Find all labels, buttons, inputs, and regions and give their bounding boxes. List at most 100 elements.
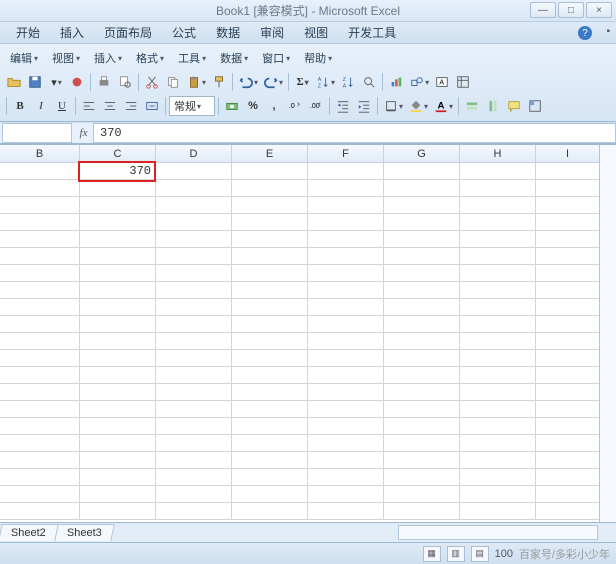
cell-I11[interactable] (536, 333, 600, 349)
font-color-button[interactable]: A (431, 96, 455, 116)
col-header-G[interactable]: G (384, 145, 460, 162)
cell-F7[interactable] (308, 265, 384, 281)
cell-I12[interactable] (536, 350, 600, 366)
cell-G6[interactable] (384, 248, 460, 264)
cell-D18[interactable] (156, 452, 232, 468)
insert-rows-button[interactable] (462, 96, 482, 116)
redo-button[interactable] (261, 72, 285, 92)
cell-E10[interactable] (232, 316, 308, 332)
sort-asc-button[interactable]: AZ (313, 72, 337, 92)
cell-G21[interactable] (384, 503, 460, 519)
cell-C10[interactable] (80, 316, 156, 332)
cell-B16[interactable] (0, 418, 80, 434)
cell-I8[interactable] (536, 282, 600, 298)
cell-E17[interactable] (232, 435, 308, 451)
cell-B17[interactable] (0, 435, 80, 451)
tab-review[interactable]: 审阅 (250, 21, 294, 44)
cell-F17[interactable] (308, 435, 384, 451)
cell-F5[interactable] (308, 231, 384, 247)
cell-B1[interactable] (0, 163, 80, 179)
cell-H9[interactable] (460, 299, 536, 315)
print-preview-button[interactable] (115, 72, 135, 92)
cell-E19[interactable] (232, 469, 308, 485)
align-left-button[interactable] (79, 96, 99, 116)
cell-I17[interactable] (536, 435, 600, 451)
cell-D10[interactable] (156, 316, 232, 332)
cell-H17[interactable] (460, 435, 536, 451)
cell-B19[interactable] (0, 469, 80, 485)
cell-G14[interactable] (384, 384, 460, 400)
cell-I9[interactable] (536, 299, 600, 315)
cell-D15[interactable] (156, 401, 232, 417)
open-button[interactable] (4, 72, 24, 92)
cell-E12[interactable] (232, 350, 308, 366)
tab-formulas[interactable]: 公式 (162, 21, 206, 44)
cell-I2[interactable] (536, 180, 600, 196)
cell-H12[interactable] (460, 350, 536, 366)
merge-cells-button[interactable] (142, 96, 162, 116)
tab-view[interactable]: 视图 (294, 21, 338, 44)
bold-button[interactable]: B (10, 96, 30, 116)
cell-E1[interactable] (232, 163, 308, 179)
cell-C13[interactable] (80, 367, 156, 383)
menu-format[interactable]: 格式 (130, 48, 170, 68)
menu-view[interactable]: 视图 (46, 48, 86, 68)
cell-D7[interactable] (156, 265, 232, 281)
cell-E11[interactable] (232, 333, 308, 349)
col-header-H[interactable]: H (460, 145, 536, 162)
cell-I18[interactable] (536, 452, 600, 468)
cell-E2[interactable] (232, 180, 308, 196)
cell-I1[interactable] (536, 163, 600, 179)
cell-G4[interactable] (384, 214, 460, 230)
cell-H11[interactable] (460, 333, 536, 349)
cell-B18[interactable] (0, 452, 80, 468)
cell-E20[interactable] (232, 486, 308, 502)
cell-B8[interactable] (0, 282, 80, 298)
cell-C7[interactable] (80, 265, 156, 281)
cell-H13[interactable] (460, 367, 536, 383)
cell-F6[interactable] (308, 248, 384, 264)
col-header-B[interactable]: B (0, 145, 80, 162)
cell-E6[interactable] (232, 248, 308, 264)
cell-E21[interactable] (232, 503, 308, 519)
menu-edit[interactable]: 编辑 (4, 48, 44, 68)
sort-desc-button[interactable]: ZA (338, 72, 358, 92)
cell-F19[interactable] (308, 469, 384, 485)
cell-D17[interactable] (156, 435, 232, 451)
permission-button[interactable] (67, 72, 87, 92)
cell-F13[interactable] (308, 367, 384, 383)
cell-I4[interactable] (536, 214, 600, 230)
copy-button[interactable] (163, 72, 183, 92)
cell-B13[interactable] (0, 367, 80, 383)
cell-C8[interactable] (80, 282, 156, 298)
cell-G9[interactable] (384, 299, 460, 315)
cell-D6[interactable] (156, 248, 232, 264)
cell-H7[interactable] (460, 265, 536, 281)
cell-C17[interactable] (80, 435, 156, 451)
cell-C3[interactable] (80, 197, 156, 213)
cell-F18[interactable] (308, 452, 384, 468)
page-layout-view-icon[interactable]: ▥ (447, 546, 465, 562)
cell-C9[interactable] (80, 299, 156, 315)
cell-G12[interactable] (384, 350, 460, 366)
cell-B14[interactable] (0, 384, 80, 400)
cell-D5[interactable] (156, 231, 232, 247)
cell-B6[interactable] (0, 248, 80, 264)
cell-C14[interactable] (80, 384, 156, 400)
paste-button[interactable] (184, 72, 208, 92)
tab-developer[interactable]: 开发工具 (338, 21, 406, 44)
cell-C2[interactable] (80, 180, 156, 196)
cell-F2[interactable] (308, 180, 384, 196)
cell-H3[interactable] (460, 197, 536, 213)
cell-H21[interactable] (460, 503, 536, 519)
col-header-I[interactable]: I (536, 145, 600, 162)
save-button[interactable] (25, 72, 45, 92)
comma-button[interactable]: , (264, 96, 284, 116)
menu-tools[interactable]: 工具 (172, 48, 212, 68)
cell-F10[interactable] (308, 316, 384, 332)
decrease-decimal-button[interactable]: .00 (306, 96, 326, 116)
col-header-C[interactable]: C (80, 145, 156, 162)
spreadsheet-grid[interactable]: BCDEFGHI 370 (0, 144, 616, 522)
cell-I3[interactable] (536, 197, 600, 213)
cell-E3[interactable] (232, 197, 308, 213)
